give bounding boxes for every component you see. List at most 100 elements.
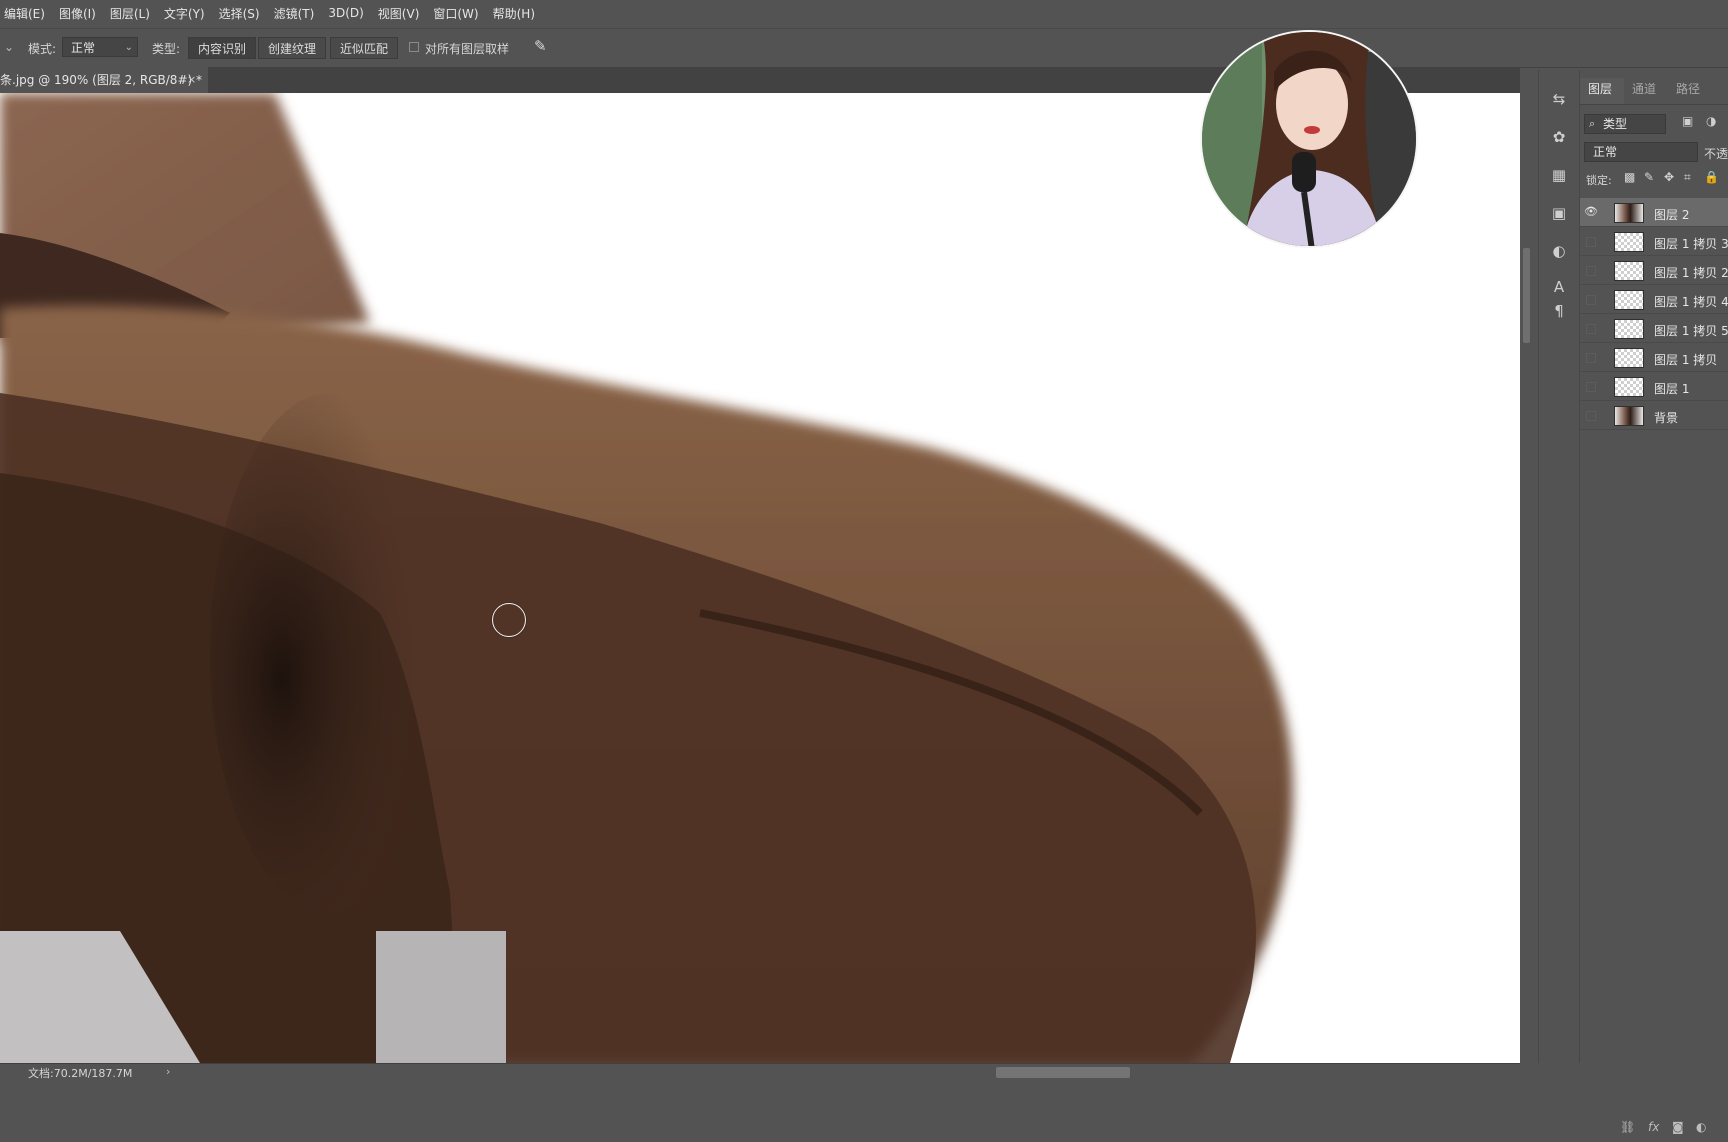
type-create-texture[interactable]: 创建纹理 (258, 37, 327, 59)
lock-artboard-icon[interactable]: ⌗ (1684, 170, 1691, 185)
lock-label: 锁定: (1586, 174, 1612, 187)
opacity-label: 不透 (1704, 147, 1728, 161)
tab-layers[interactable]: 图层 (1588, 80, 1612, 97)
fx-icon[interactable]: fx (1648, 1120, 1659, 1134)
tab-channels[interactable]: 通道 (1632, 80, 1656, 97)
layer-row[interactable]: 图层 1 拷贝 5 (1580, 314, 1728, 343)
visibility-toggle[interactable] (1586, 411, 1596, 421)
status-menu-arrow-icon[interactable]: › (166, 1065, 170, 1078)
paragraph-icon[interactable]: ¶ (1548, 300, 1570, 322)
libraries-icon[interactable]: ▣ (1548, 202, 1570, 224)
lock-transparent-icon[interactable]: ▩ (1624, 170, 1635, 184)
document-title: 条.jpg @ 190% (图层 2, RGB/8#) * (0, 73, 202, 87)
tab-paths[interactable]: 路径 (1676, 80, 1700, 97)
layer-row[interactable]: 图层 1 拷贝 3 (1580, 227, 1728, 256)
visibility-toggle[interactable] (1586, 353, 1596, 363)
menu-3d[interactable]: 3D(D) (324, 6, 373, 20)
layer-name: 图层 1 拷贝 3 (1654, 237, 1728, 251)
visibility-toggle[interactable] (1586, 237, 1596, 247)
layer-thumbnail (1614, 290, 1644, 310)
document-size: 文档:70.2M/187.7M (28, 1067, 133, 1080)
adjustment-icon[interactable]: ◐ (1696, 1120, 1706, 1134)
layers-panel: 图层 通道 路径 ⌕ 类型 ▣ ◑ 正常 不透 锁定: ▩ ✎ ✥ ⌗ 🔒 👁 … (1580, 70, 1728, 1134)
lock-pixels-icon[interactable]: ✎ (1644, 170, 1654, 184)
menu-filter[interactable]: 滤镜(T) (270, 5, 325, 22)
layer-name: 图层 1 拷贝 4 (1654, 295, 1728, 309)
layer-thumbnail (1614, 406, 1644, 426)
visibility-toggle[interactable] (1586, 295, 1596, 305)
panel-tool-strip: ⇆ ✿ ▦ ▣ ◐ A ¶ (1538, 70, 1580, 1063)
scrollbar-thumb[interactable] (1523, 248, 1530, 343)
options-bar: ⌄ 模式: 正常 ⌄ 类型: 内容识别 创建纹理 近似匹配 对所有图层取样 ✎ (0, 28, 1728, 68)
character-icon[interactable]: A (1548, 276, 1570, 298)
layer-row[interactable]: 图层 1 拷贝 (1580, 343, 1728, 372)
type-label: 类型: (152, 42, 181, 56)
link-icon[interactable]: ⛓ (1620, 1120, 1635, 1134)
status-bar: 文档:70.2M/187.7M › (0, 1063, 1520, 1081)
horizontal-scrollbar-thumb[interactable] (996, 1067, 1130, 1078)
gray-block-right (376, 931, 506, 1063)
chevron-down-icon: ⌄ (124, 42, 133, 53)
visibility-toggle[interactable] (1586, 324, 1596, 334)
mode-value: 正常 (71, 41, 96, 55)
menu-help[interactable]: 帮助(H) (489, 5, 545, 22)
layer-filter-value: 类型 (1603, 117, 1628, 131)
eye-icon[interactable]: 👁 (1584, 206, 1598, 218)
vertical-scrollbar[interactable] (1520, 93, 1532, 1063)
blend-mode-value: 正常 (1593, 145, 1618, 159)
lock-all-icon[interactable]: 🔒 (1704, 170, 1719, 184)
type-content-aware[interactable]: 内容识别 (188, 37, 257, 59)
layer-name: 背景 (1654, 411, 1679, 425)
swatches-icon[interactable]: ✿ (1548, 126, 1570, 148)
menu-edit[interactable]: 编辑(E) (0, 5, 55, 22)
layer-name: 图层 1 拷贝 (1654, 353, 1718, 367)
blend-mode-select[interactable]: 正常 (1584, 142, 1698, 162)
history-icon[interactable]: ⇆ (1548, 88, 1570, 110)
layer-name: 图层 1 (1654, 382, 1690, 396)
tool-preset-chevron-icon[interactable]: ⌄ (4, 40, 14, 54)
layer-row[interactable]: 👁 图层 2 (1580, 198, 1728, 227)
layer-row[interactable]: 图层 1 拷贝 2 (1580, 256, 1728, 285)
grid-icon[interactable]: ▦ (1548, 164, 1570, 186)
brim-shadow (210, 393, 450, 913)
mask-icon[interactable]: ◙ (1672, 1120, 1684, 1134)
layer-name: 图层 1 拷贝 2 (1654, 266, 1728, 280)
adjustment-filter-icon[interactable]: ◑ (1706, 114, 1716, 128)
menu-type[interactable]: 文字(Y) (160, 5, 215, 22)
visibility-toggle[interactable] (1586, 382, 1596, 392)
menu-view[interactable]: 视图(V) (374, 5, 430, 22)
pressure-brush-icon[interactable]: ✎ (534, 37, 547, 55)
mode-select[interactable]: 正常 ⌄ (62, 37, 138, 57)
type-proximity-match[interactable]: 近似匹配 (330, 37, 399, 59)
layer-thumbnail (1614, 377, 1644, 397)
layer-thumbnail (1614, 203, 1644, 223)
layer-name: 图层 2 (1654, 208, 1690, 222)
webcam-overlay (1200, 30, 1418, 248)
menu-layer[interactable]: 图层(L) (106, 5, 160, 22)
layer-row[interactable]: 图层 1 (1580, 372, 1728, 401)
menu-image[interactable]: 图像(I) (55, 5, 106, 22)
close-tab-icon[interactable]: × (187, 67, 196, 93)
document-tab[interactable]: 条.jpg @ 190% (图层 2, RGB/8#) * × (0, 67, 208, 93)
layer-filter-select[interactable]: ⌕ 类型 (1584, 114, 1666, 134)
layer-thumbnail (1614, 232, 1644, 252)
lock-position-icon[interactable]: ✥ (1664, 170, 1674, 184)
sample-all-layers-label: 对所有图层取样 (425, 42, 510, 56)
layer-row[interactable]: 图层 1 拷贝 4 (1580, 285, 1728, 314)
adjustments-icon[interactable]: ◐ (1548, 240, 1570, 262)
layer-thumbnail (1614, 348, 1644, 368)
mode-label: 模式: (28, 42, 57, 56)
visibility-toggle[interactable] (1586, 266, 1596, 276)
layer-row[interactable]: 背景 (1580, 401, 1728, 430)
image-filter-icon[interactable]: ▣ (1682, 114, 1693, 128)
presenter-avatar-icon (1202, 32, 1416, 246)
sample-all-layers-checkbox[interactable] (409, 42, 419, 52)
menu-window[interactable]: 窗口(W) (429, 5, 488, 22)
search-icon: ⌕ (1589, 117, 1596, 130)
layer-name: 图层 1 拷贝 5 (1654, 324, 1728, 338)
menu-select[interactable]: 选择(S) (215, 5, 270, 22)
layer-thumbnail (1614, 319, 1644, 339)
menu-bar: 编辑(E) 图像(I) 图层(L) 文字(Y) 选择(S) 滤镜(T) 3D(D… (0, 0, 1728, 26)
layers-list: 👁 图层 2 图层 1 拷贝 3 图层 1 拷贝 2 图层 1 拷贝 4 图层 … (1580, 198, 1728, 430)
panel-tabs: 图层 通道 路径 (1580, 70, 1728, 105)
